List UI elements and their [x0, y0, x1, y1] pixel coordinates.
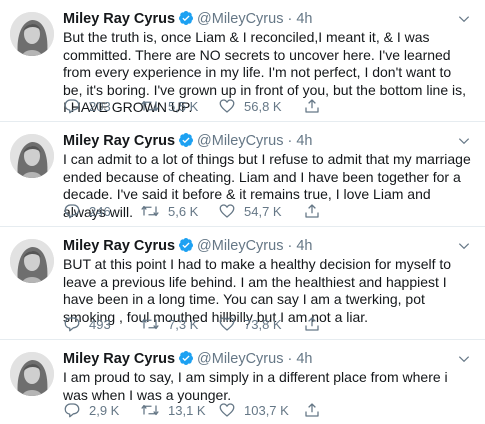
author-handle[interactable]: @MileyCyrus: [197, 351, 283, 367]
retweet-icon: [140, 315, 160, 333]
like-button[interactable]: 73,8 K: [218, 315, 282, 333]
share-icon: [303, 401, 321, 419]
reply-count: 203: [89, 98, 111, 114]
like-count: 103,7 K: [244, 402, 289, 418]
tweet[interactable]: Miley Ray Cyrus @MileyCyrus · 4h But the …: [0, 0, 485, 122]
separator-dot: ·: [287, 351, 293, 367]
author-handle[interactable]: @MileyCyrus: [197, 11, 283, 27]
tweet[interactable]: Miley Ray Cyrus @MileyCyrus · 4h BUT at t…: [0, 227, 485, 340]
retweet-button[interactable]: 5,6 K: [140, 202, 198, 220]
reply-count: 246: [89, 203, 111, 219]
share-button[interactable]: [303, 97, 321, 115]
tweet-header: Miley Ray Cyrus @MileyCyrus · 4h: [63, 10, 313, 31]
verified-badge-icon: [178, 132, 194, 153]
reply-button[interactable]: 203: [63, 97, 111, 115]
retweet-icon: [140, 202, 160, 220]
tweet-thread: Miley Ray Cyrus @MileyCyrus · 4h But the …: [0, 0, 485, 424]
timestamp[interactable]: 4h: [296, 238, 312, 254]
tweet-header: Miley Ray Cyrus @MileyCyrus · 4h: [63, 237, 313, 258]
retweet-count: 5,5 K: [168, 98, 199, 114]
retweet-count: 13,1 K: [168, 402, 206, 418]
like-count: 54,7 K: [244, 203, 282, 219]
tweet-header: Miley Ray Cyrus @MileyCyrus · 4h: [63, 132, 313, 153]
like-button[interactable]: 54,7 K: [218, 202, 282, 220]
author-name[interactable]: Miley Ray Cyrus: [63, 133, 175, 149]
separator-dot: ·: [287, 11, 293, 27]
retweet-button[interactable]: 13,1 K: [140, 401, 206, 419]
like-button[interactable]: 103,7 K: [218, 401, 289, 419]
author-name[interactable]: Miley Ray Cyrus: [63, 351, 175, 367]
verified-badge-icon: [178, 10, 194, 31]
share-button[interactable]: [303, 401, 321, 419]
author-name[interactable]: Miley Ray Cyrus: [63, 238, 175, 254]
share-icon: [303, 315, 321, 333]
reply-icon: [63, 97, 81, 115]
reply-icon: [63, 401, 81, 419]
reply-icon: [63, 202, 81, 220]
retweet-icon: [140, 401, 160, 419]
avatar[interactable]: [10, 12, 54, 56]
reply-count: 2,9 K: [89, 402, 120, 418]
tweet-text: I am proud to say, I am simply in a diff…: [63, 369, 448, 403]
author-handle[interactable]: @MileyCyrus: [197, 238, 283, 254]
reply-button[interactable]: 493: [63, 315, 111, 333]
avatar[interactable]: [10, 352, 54, 396]
share-icon: [303, 97, 321, 115]
retweet-icon: [140, 97, 160, 115]
retweet-button[interactable]: 7,3 K: [140, 315, 198, 333]
tweet-header: Miley Ray Cyrus @MileyCyrus · 4h: [63, 350, 313, 371]
retweet-button[interactable]: 5,5 K: [140, 97, 198, 115]
like-count: 73,8 K: [244, 316, 282, 332]
timestamp[interactable]: 4h: [296, 133, 312, 149]
retweet-count: 5,6 K: [168, 203, 199, 219]
share-icon: [303, 202, 321, 220]
tweet[interactable]: Miley Ray Cyrus @MileyCyrus · 4h I am pro…: [0, 340, 485, 424]
author-name[interactable]: Miley Ray Cyrus: [63, 11, 175, 27]
like-button[interactable]: 56,8 K: [218, 97, 282, 115]
heart-icon: [218, 315, 236, 333]
like-count: 56,8 K: [244, 98, 282, 114]
separator-dot: ·: [287, 238, 293, 254]
timestamp[interactable]: 4h: [296, 11, 312, 27]
share-button[interactable]: [303, 315, 321, 333]
heart-icon: [218, 202, 236, 220]
reply-button[interactable]: 2,9 K: [63, 401, 119, 419]
tweet[interactable]: Miley Ray Cyrus @MileyCyrus · 4h I can ad…: [0, 122, 485, 227]
timestamp[interactable]: 4h: [296, 351, 312, 367]
share-button[interactable]: [303, 202, 321, 220]
author-handle[interactable]: @MileyCyrus: [197, 133, 283, 149]
heart-icon: [218, 401, 236, 419]
avatar[interactable]: [10, 239, 54, 283]
retweet-count: 7,3 K: [168, 316, 199, 332]
verified-badge-icon: [178, 237, 194, 258]
avatar[interactable]: [10, 134, 54, 178]
reply-icon: [63, 315, 81, 333]
verified-badge-icon: [178, 350, 194, 371]
heart-icon: [218, 97, 236, 115]
separator-dot: ·: [287, 133, 293, 149]
reply-button[interactable]: 246: [63, 202, 111, 220]
reply-count: 493: [89, 316, 111, 332]
